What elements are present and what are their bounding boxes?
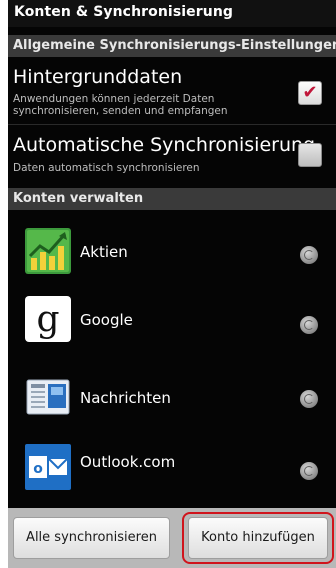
general-sync-header: Allgemeine Synchronisierungs-Einstellung… <box>8 35 336 57</box>
manage-accounts-header: Konten verwalten <box>8 188 336 210</box>
checkmark-icon: ✔ <box>302 82 318 103</box>
background-data-title: Hintergrunddaten <box>13 66 183 88</box>
account-item-google[interactable]: g Google <box>8 290 336 352</box>
sync-status-icon <box>300 462 318 480</box>
account-label: Google <box>80 311 133 329</box>
sync-all-button[interactable]: Alle synchronisieren <box>13 517 170 559</box>
svg-text:o: o <box>33 461 43 477</box>
auto-sync-setting[interactable]: Automatische Synchronisierung Daten auto… <box>8 125 336 185</box>
account-label: Outlook.com <box>80 453 176 471</box>
outlook-icon: o <box>25 444 71 490</box>
account-item-aktien[interactable]: Aktien <box>8 220 336 282</box>
sync-status-icon <box>300 246 318 264</box>
settings-screen: Konten & Synchronisierung Allgemeine Syn… <box>8 0 336 568</box>
stocks-chart-icon <box>25 228 71 274</box>
page-title: Konten & Synchronisierung <box>8 0 336 27</box>
sync-status-icon <box>300 316 318 334</box>
auto-sync-checkbox[interactable] <box>298 143 322 167</box>
account-label: Nachrichten <box>80 389 171 407</box>
svg-text:g: g <box>36 299 59 340</box>
background-data-checkbox[interactable]: ✔ <box>298 81 322 105</box>
account-label: Aktien <box>80 243 128 261</box>
google-g-icon: g <box>25 296 71 342</box>
add-account-highlight <box>182 512 334 564</box>
account-item-nachrichten[interactable]: Nachrichten <box>8 364 336 426</box>
news-icon <box>26 379 70 415</box>
background-data-setting[interactable]: Hintergrunddaten Anwendungen können jede… <box>8 59 336 123</box>
bottom-action-bar: Alle synchronisieren Konto hinzufügen <box>8 508 336 568</box>
background-data-description: Anwendungen können jederzeit Daten synch… <box>13 93 228 117</box>
auto-sync-title: Automatische Synchronisierung <box>13 134 316 156</box>
account-item-outlook[interactable]: o Outlook.com <box>8 436 336 498</box>
sync-status-icon <box>300 390 318 408</box>
auto-sync-description: Daten automatisch synchronisieren <box>13 162 200 174</box>
